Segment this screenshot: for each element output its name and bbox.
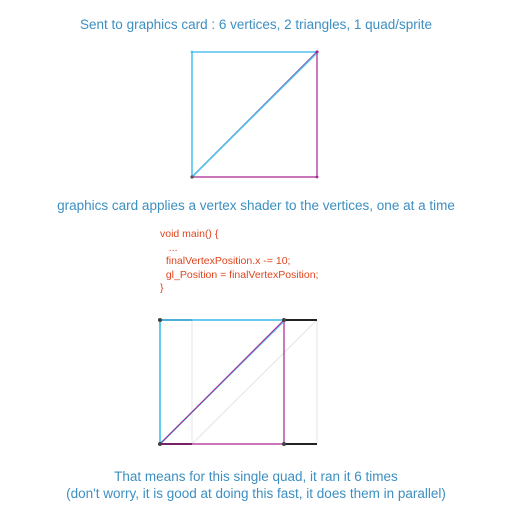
middle-caption: graphics card applies a vertex shader to… — [57, 198, 455, 213]
code-line: } — [160, 282, 164, 294]
vertex-shader-code: void main() { ... finalVertexPosition.x … — [160, 228, 318, 296]
bottom-caption-line1: That means for this single quad, it ran … — [114, 469, 398, 484]
code-line: ... — [160, 241, 178, 254]
shared-diagonal-a — [192, 52, 318, 177]
code-line: finalVertexPosition.x -= 10; — [160, 255, 291, 267]
code-line: void main() { — [160, 228, 219, 240]
vertex-marker — [315, 175, 319, 179]
vertex-marker — [158, 318, 162, 322]
vertex-marker — [315, 50, 319, 54]
bottom-caption-line2: (don't worry, it is good at doing this f… — [66, 486, 446, 501]
vertex-marker — [190, 175, 194, 179]
vertex-marker — [190, 50, 194, 54]
vertex-marker — [282, 318, 286, 322]
code-line: gl_Position = finalVertexPosition; — [160, 268, 319, 281]
original-quad — [190, 50, 319, 179]
vertex-marker — [282, 442, 286, 446]
shifted-diagonal-b — [159, 319, 285, 445]
ghost-diagonal — [191, 319, 318, 445]
vertex-marker — [158, 442, 162, 446]
shifted-quad — [158, 318, 318, 446]
